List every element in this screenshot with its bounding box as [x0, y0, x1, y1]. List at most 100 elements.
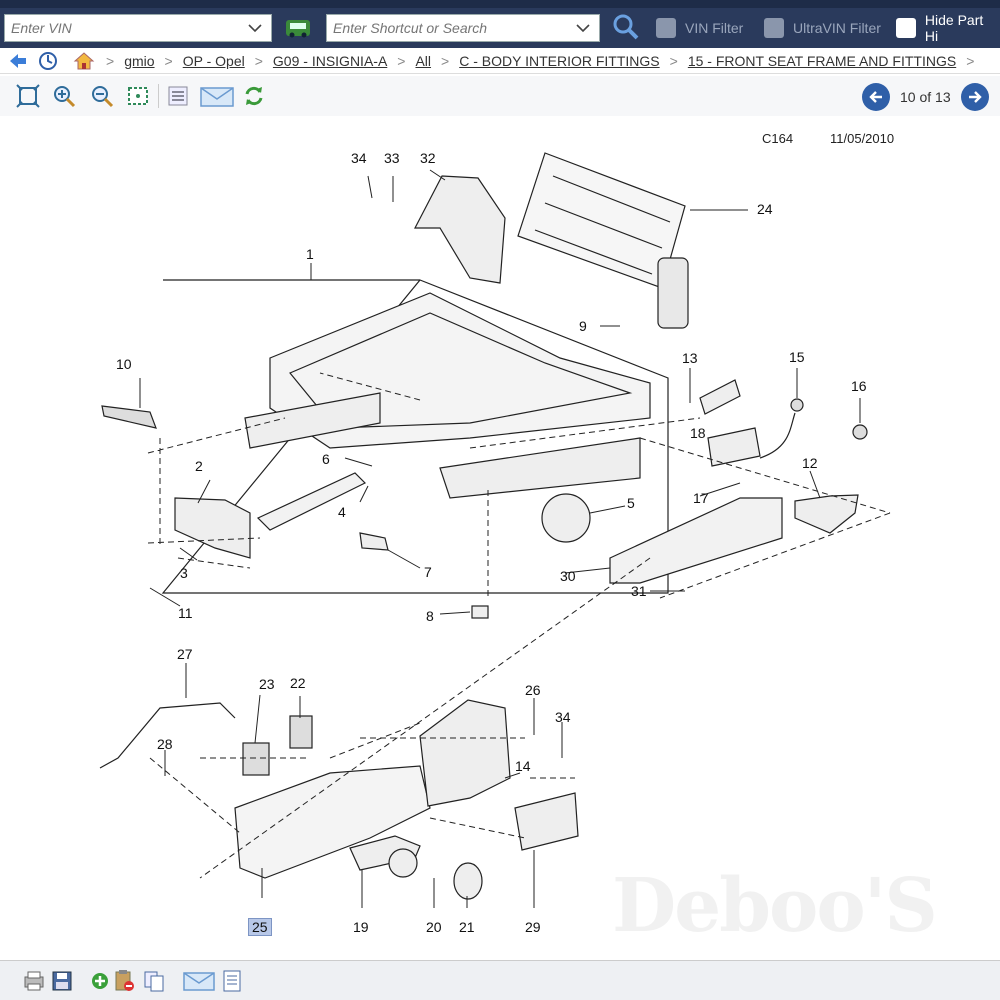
chevron-right-icon: >: [106, 52, 115, 69]
search-icon: [613, 14, 639, 40]
callout-33[interactable]: 33: [384, 150, 400, 166]
callout-12[interactable]: 12: [802, 455, 818, 471]
fit-to-window-button[interactable]: [14, 82, 42, 110]
callout-22[interactable]: 22: [290, 675, 306, 691]
title-strip: [0, 0, 1000, 8]
vin-filter-checkbox[interactable]: VIN Filter: [656, 16, 743, 40]
callout-15[interactable]: 15: [789, 349, 805, 365]
callout-24[interactable]: 24: [757, 201, 773, 217]
diagram-toolbar: 10 of 13: [0, 76, 1000, 116]
callout-5[interactable]: 5: [627, 495, 635, 511]
checkbox-box[interactable]: [764, 18, 784, 38]
clip-part: [359, 532, 389, 551]
chevron-right-icon: >: [966, 52, 975, 69]
breadcrumb-item[interactable]: G09 - INSIGNIA-A: [273, 53, 387, 69]
callout-34-lower[interactable]: 34: [555, 709, 571, 725]
callout-3[interactable]: 3: [180, 565, 188, 581]
email-button[interactable]: [180, 967, 218, 995]
bracket-part: [699, 379, 741, 415]
callout-4[interactable]: 4: [338, 504, 346, 520]
search-field[interactable]: [326, 14, 600, 42]
callout-28[interactable]: 28: [157, 736, 173, 752]
callout-25-selected[interactable]: 25: [248, 918, 272, 936]
cable-part: [759, 412, 796, 459]
parts-diagram: Deboo'S C164 11/05/2010 34 33 32 24 1 9 …: [0, 118, 1000, 950]
search-button[interactable]: [610, 12, 642, 42]
breadcrumb-item[interactable]: 15 - FRONT SEAT FRAME AND FITTINGS: [688, 53, 956, 69]
vin-input[interactable]: [5, 15, 237, 41]
search-dropdown-button[interactable]: [567, 15, 599, 41]
breadcrumb-item[interactable]: OP - Opel: [183, 53, 245, 69]
select-area-button[interactable]: [124, 82, 152, 110]
hide-part-checkbox[interactable]: Hide Part Hi: [896, 12, 1000, 44]
search-input[interactable]: [327, 15, 559, 41]
save-button[interactable]: [48, 967, 76, 995]
zoom-in-button[interactable]: [50, 82, 78, 110]
document-icon: [223, 970, 241, 992]
page-navigator: 10 of 13: [862, 82, 989, 112]
callout-27[interactable]: 27: [177, 646, 193, 662]
callout-18[interactable]: 18: [690, 425, 706, 441]
toolbar-divider: [158, 84, 159, 108]
report-button[interactable]: [218, 967, 246, 995]
vin-dropdown-button[interactable]: [239, 15, 271, 41]
callout-13[interactable]: 13: [682, 350, 698, 366]
arrow-right-icon: [968, 91, 982, 103]
breadcrumb-item[interactable]: All: [415, 53, 431, 69]
callout-26[interactable]: 26: [525, 682, 541, 698]
email-icon: [183, 972, 215, 991]
vin-filter-label: VIN Filter: [685, 20, 744, 36]
parts-list-button[interactable]: [164, 82, 192, 110]
chevron-right-icon: >: [164, 52, 173, 69]
callout-29[interactable]: 29: [525, 919, 541, 935]
breadcrumb-item[interactable]: gmio: [124, 53, 154, 69]
callout-30[interactable]: 30: [560, 568, 576, 584]
chevron-down-icon: [576, 24, 590, 33]
select-area-icon: [128, 87, 148, 105]
callout-34[interactable]: 34: [351, 150, 367, 166]
save-icon: [52, 971, 72, 991]
copy-button[interactable]: [140, 967, 168, 995]
previous-page-button[interactable]: [862, 83, 890, 111]
callout-14[interactable]: 14: [515, 758, 531, 774]
email-button[interactable]: [198, 82, 236, 110]
zoom-out-button[interactable]: [88, 82, 116, 110]
callout-9[interactable]: 9: [579, 318, 587, 334]
callout-23[interactable]: 23: [259, 676, 275, 692]
home-button[interactable]: [72, 50, 96, 72]
callout-1[interactable]: 1: [306, 246, 314, 262]
switch-a-part: [242, 742, 270, 776]
ultravin-filter-checkbox[interactable]: UltraVIN Filter: [764, 16, 881, 40]
callout-11[interactable]: 11: [178, 605, 193, 621]
email-icon: [200, 87, 234, 107]
callout-20[interactable]: 20: [426, 919, 442, 935]
callout-16[interactable]: 16: [851, 378, 867, 394]
callout-10[interactable]: 10: [116, 356, 132, 372]
print-button[interactable]: [20, 967, 48, 995]
callout-2[interactable]: 2: [195, 458, 203, 474]
callout-7[interactable]: 7: [424, 564, 432, 580]
callout-6[interactable]: 6: [322, 451, 330, 467]
callout-8[interactable]: 8: [426, 608, 434, 624]
history-button[interactable]: [36, 50, 60, 72]
checkbox-box[interactable]: [656, 18, 676, 38]
vin-field[interactable]: [4, 14, 272, 42]
zoom-in-icon: [54, 86, 76, 108]
zoom-out-icon: [92, 86, 114, 108]
switch-b-part: [289, 715, 313, 749]
callout-17[interactable]: 17: [693, 490, 709, 506]
callout-32[interactable]: 32: [420, 150, 436, 166]
hide-part-label: Hide Part Hi: [924, 12, 984, 44]
remove-from-clipboard-button[interactable]: [110, 967, 138, 995]
next-page-button[interactable]: [960, 83, 989, 111]
refresh-button[interactable]: [240, 82, 268, 110]
back-button[interactable]: [6, 50, 30, 72]
callout-19[interactable]: 19: [353, 919, 369, 935]
breadcrumb-item[interactable]: C - BODY INTERIOR FITTINGS: [459, 53, 659, 69]
vehicle-button[interactable]: [283, 14, 313, 42]
handle-part: [794, 494, 859, 534]
checkbox-box[interactable]: [896, 18, 916, 38]
lever-part: [256, 472, 367, 531]
callout-31[interactable]: 31: [631, 583, 647, 599]
callout-21[interactable]: 21: [459, 919, 475, 935]
